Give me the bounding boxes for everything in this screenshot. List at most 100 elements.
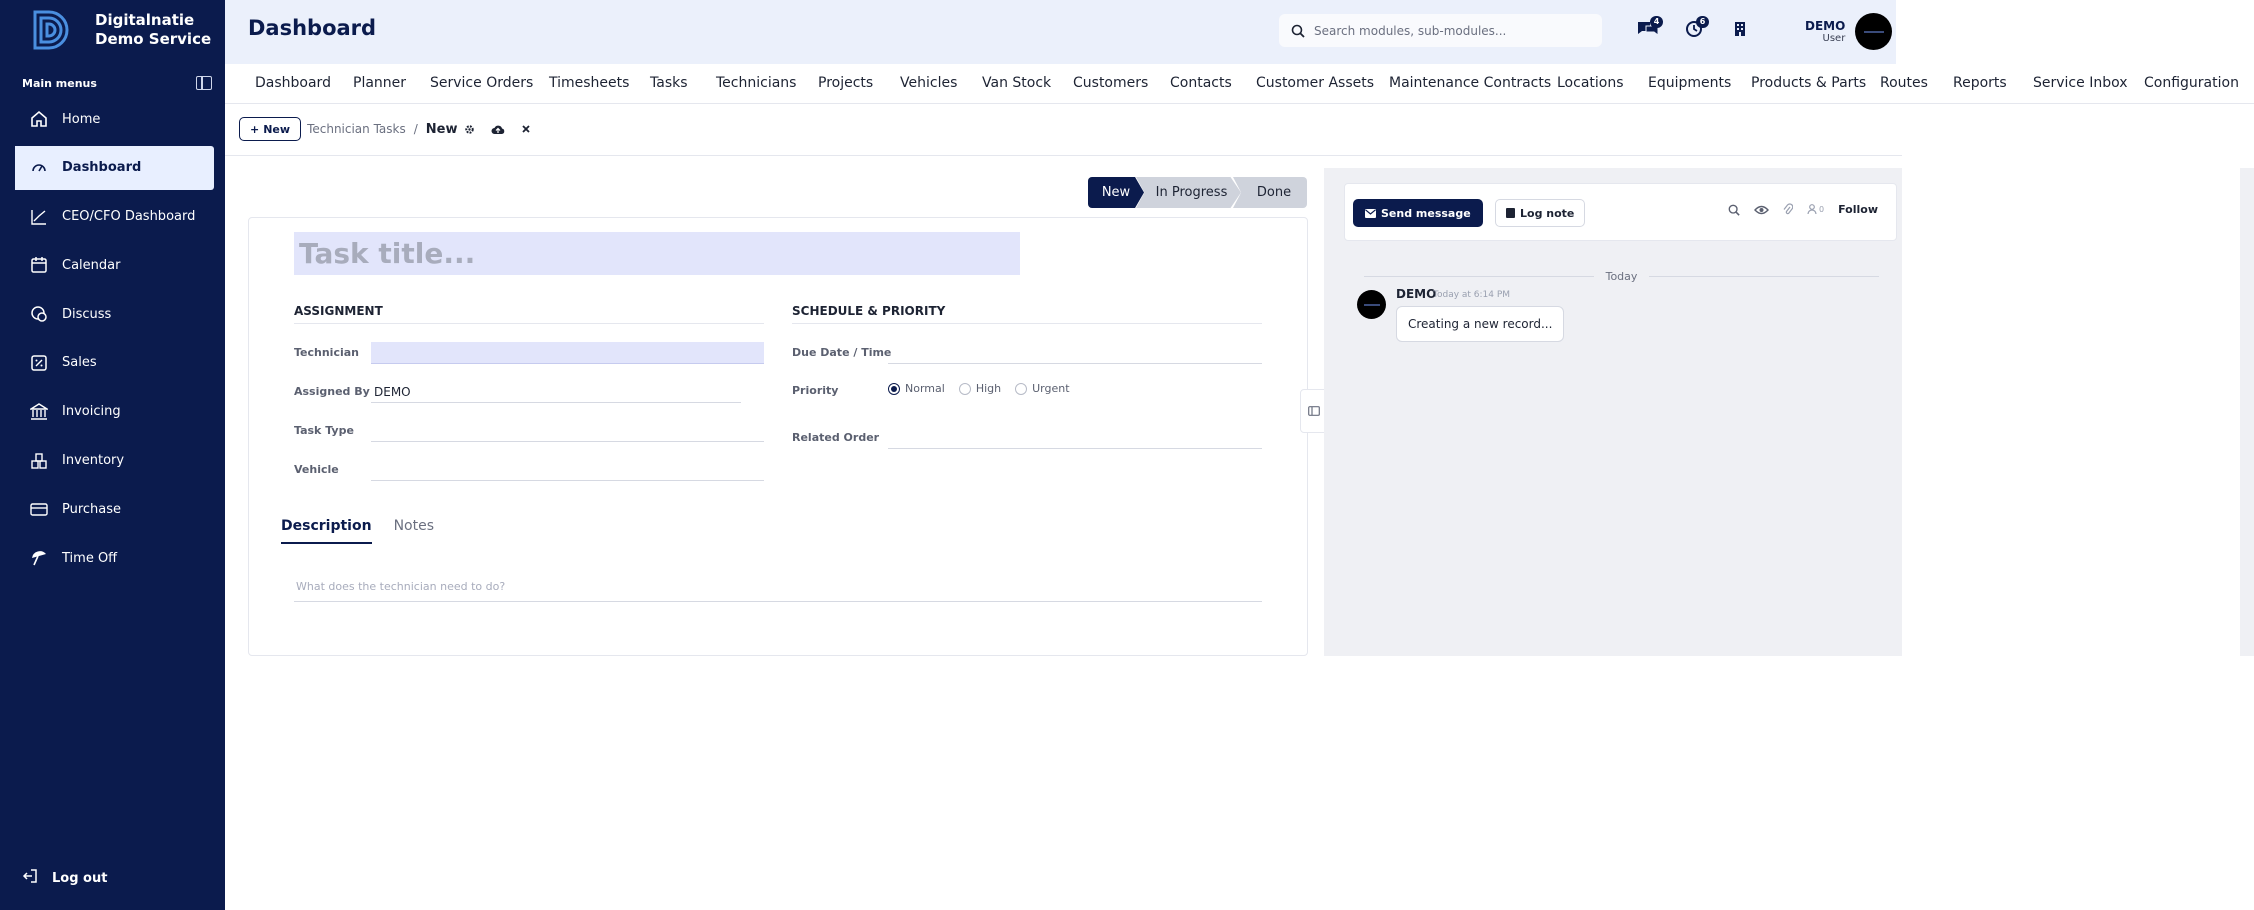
new-button-label: New <box>263 122 291 136</box>
new-record-button[interactable]: + New <box>239 117 302 141</box>
page-title: Dashboard <box>248 16 377 40</box>
priority-option-label: Normal <box>905 382 945 395</box>
chart-line-icon <box>29 207 49 227</box>
module-dashboard[interactable]: Dashboard <box>255 75 331 91</box>
sidebar-nav: Home Dashboard CEO/CFO Dashboard Calenda… <box>11 97 214 585</box>
log-note-label: Log note <box>1520 206 1575 220</box>
sidebar-item-calendar[interactable]: Calendar <box>11 243 214 287</box>
search-icon[interactable] <box>1728 204 1740 216</box>
sidebar-item-ceo-cfo-dashboard[interactable]: CEO/CFO Dashboard <box>11 195 214 239</box>
task-title-input[interactable] <box>294 232 1020 275</box>
avatar <box>1855 13 1893 50</box>
due-date-field[interactable] <box>888 342 1262 364</box>
description-input[interactable] <box>294 572 1262 602</box>
module-nav: Dashboard Planner Service Orders Timeshe… <box>225 64 2254 104</box>
stage-done[interactable]: Done <box>1233 177 1307 208</box>
module-planner[interactable]: Planner <box>353 75 406 91</box>
module-van-stock[interactable]: Van Stock <box>982 75 1051 91</box>
module-reports[interactable]: Reports <box>1953 75 2007 91</box>
sidebar-item-home[interactable]: Home <box>11 97 214 141</box>
top-icons: 4 6 <box>1635 16 1753 42</box>
menu-heading-row: Main menus <box>22 76 212 90</box>
activities-button[interactable]: 6 <box>1681 16 1709 42</box>
panel-toggle-icon <box>1308 406 1320 416</box>
logout-label: Log out <box>52 870 108 886</box>
related-order-field[interactable] <box>888 427 1262 449</box>
status-bar: New In Progress Done <box>1088 177 1307 208</box>
sidebar-item-invoicing[interactable]: Invoicing <box>11 390 214 434</box>
module-locations[interactable]: Locations <box>1557 75 1624 91</box>
discard-button[interactable] <box>521 124 531 134</box>
module-routes[interactable]: Routes <box>1880 75 1928 91</box>
eye-icon[interactable] <box>1754 205 1769 215</box>
due-date-label: Due Date / Time <box>792 346 892 359</box>
sidebar-item-sales[interactable]: Sales <box>11 341 214 385</box>
priority-normal[interactable]: Normal <box>888 382 945 395</box>
followers-button[interactable]: 0 <box>1807 204 1824 215</box>
module-service-inbox[interactable]: Service Inbox <box>2033 75 2128 91</box>
date-divider-label: Today <box>1605 269 1638 283</box>
search-box[interactable] <box>1279 14 1602 47</box>
plus-icon: + <box>250 122 260 136</box>
module-timesheets[interactable]: Timesheets <box>549 75 629 91</box>
follow-button[interactable]: Follow <box>1838 203 1878 216</box>
breadcrumb-parent[interactable]: Technician Tasks <box>307 122 406 136</box>
inventory-icon <box>29 451 49 471</box>
sidebar-collapse-icon[interactable] <box>196 76 212 90</box>
module-configuration[interactable]: Configuration <box>2144 75 2239 91</box>
sidebar-item-label: Inventory <box>62 453 125 469</box>
envelope-icon <box>1365 208 1376 218</box>
task-type-field[interactable] <box>371 420 764 442</box>
log-note-button[interactable]: Log note <box>1495 199 1586 227</box>
module-equipments[interactable]: Equipments <box>1648 75 1731 91</box>
gear-icon[interactable] <box>464 124 475 135</box>
priority-high[interactable]: High <box>958 382 1001 395</box>
priority-urgent[interactable]: Urgent <box>1015 382 1070 395</box>
user-name: DEMO <box>1805 19 1846 33</box>
tab-description[interactable]: Description <box>281 518 372 544</box>
sidebar: Digitalnatie Demo Service Main menus Hom… <box>0 0 225 910</box>
module-customers[interactable]: Customers <box>1073 75 1148 91</box>
module-maintenance-contracts[interactable]: Maintenance Contracts <box>1389 75 1551 91</box>
user-lock-icon <box>1807 204 1817 215</box>
module-contacts[interactable]: Contacts <box>1170 75 1232 91</box>
technician-field[interactable] <box>371 342 764 364</box>
module-service-orders[interactable]: Service Orders <box>430 75 533 91</box>
sidebar-item-purchase[interactable]: Purchase <box>11 487 214 531</box>
tab-notes[interactable]: Notes <box>394 518 434 544</box>
sidebar-item-discuss[interactable]: Discuss <box>11 292 214 336</box>
form-sheet: ASSIGNMENT SCHEDULE & PRIORITY Technicia… <box>248 217 1308 656</box>
company-button[interactable] <box>1727 16 1753 42</box>
scrollbar-track[interactable] <box>2240 168 2254 656</box>
stage-new[interactable]: New <box>1088 177 1144 208</box>
stage-in-progress[interactable]: In Progress <box>1136 177 1241 208</box>
logout-button[interactable]: Log out <box>22 868 107 888</box>
close-icon <box>521 125 530 133</box>
sidebar-item-time-off[interactable]: Time Off <box>11 536 214 580</box>
form-tabs: Description Notes <box>281 518 434 544</box>
paperclip-icon[interactable] <box>1783 203 1793 216</box>
sidebar-item-label: Sales <box>62 355 97 371</box>
assigned-by-field[interactable]: DEMO <box>371 381 741 403</box>
save-cloud-button[interactable] <box>491 124 505 135</box>
module-technicians[interactable]: Technicians <box>716 75 796 91</box>
vehicle-field[interactable] <box>371 459 764 481</box>
module-customer-assets[interactable]: Customer Assets <box>1256 75 1374 91</box>
cloud-upload-icon <box>491 125 504 134</box>
sidebar-item-label: Time Off <box>62 550 118 566</box>
brand-line2: Demo Service <box>95 30 212 48</box>
module-products-parts[interactable]: Products & Parts <box>1751 75 1866 91</box>
messages-button[interactable]: 4 <box>1635 16 1663 42</box>
send-message-button[interactable]: Send message <box>1353 199 1483 227</box>
calendar-icon <box>29 255 49 275</box>
sidebar-item-inventory[interactable]: Inventory <box>11 439 214 483</box>
module-projects[interactable]: Projects <box>818 75 873 91</box>
assignment-section-title: ASSIGNMENT <box>294 304 764 324</box>
module-vehicles[interactable]: Vehicles <box>900 75 957 91</box>
building-icon <box>1735 22 1745 36</box>
module-tasks[interactable]: Tasks <box>650 75 688 91</box>
search-input[interactable] <box>1314 23 1584 38</box>
brand[interactable]: Digitalnatie Demo Service <box>29 8 211 52</box>
sidebar-item-dashboard[interactable]: Dashboard <box>11 145 214 190</box>
user-menu[interactable]: DEMO User <box>1805 13 1893 50</box>
